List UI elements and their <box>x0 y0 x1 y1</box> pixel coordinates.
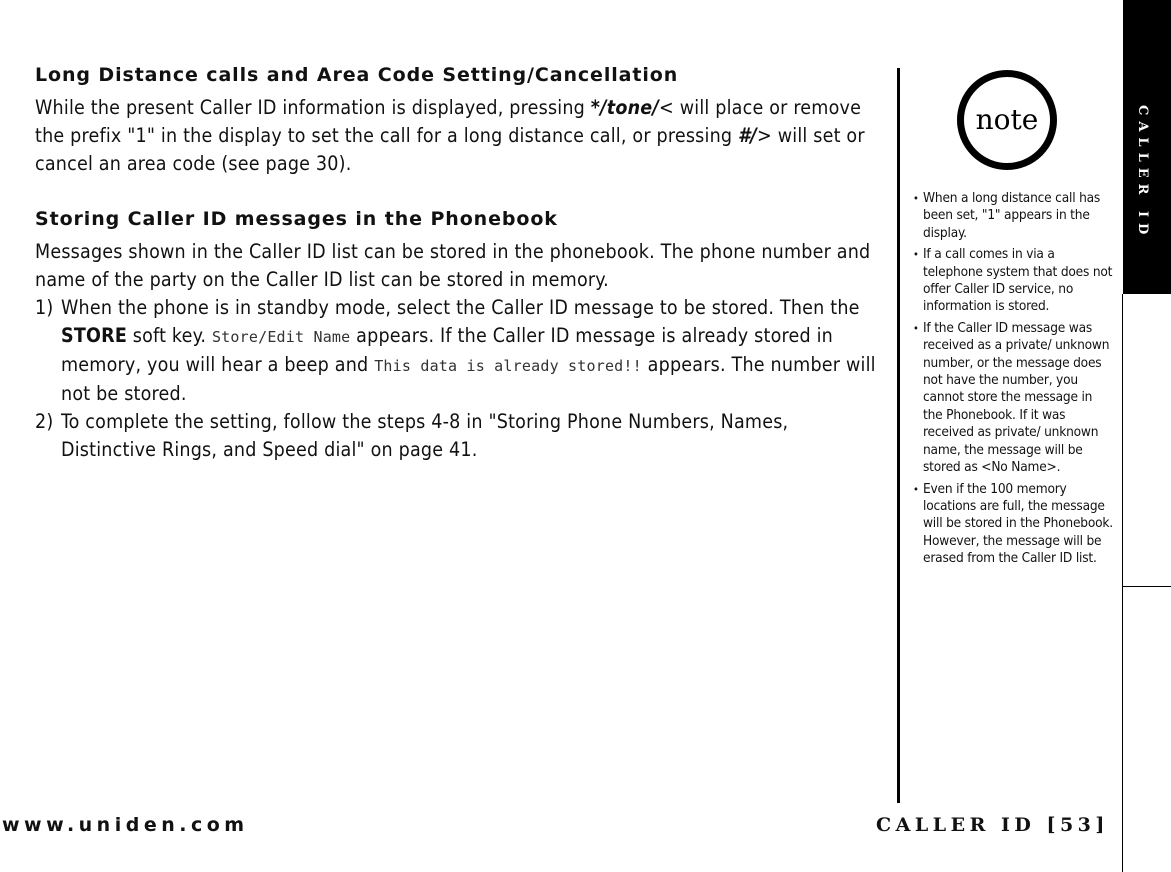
note-icon-label: note <box>975 102 1039 136</box>
note-item: • When a long distance call has been set… <box>913 190 1113 242</box>
note-text: When a long distance call has been set, … <box>923 190 1101 241</box>
note-item: • If the Caller ID message was received … <box>913 320 1113 477</box>
margin-tick <box>1123 586 1171 587</box>
tone-key-label: */tone/ <box>590 96 660 119</box>
bullet-icon: • <box>913 321 919 335</box>
section-paragraph: While the present Caller ID information … <box>35 94 885 178</box>
lcd-text: Store/Edit Name <box>211 328 351 346</box>
section-intro: Messages shown in the Caller ID list can… <box>35 240 871 291</box>
bullet-icon: • <box>913 482 919 496</box>
main-content: Long Distance calls and Area Code Settin… <box>35 62 885 464</box>
note-text: Even if the 100 memory locations are ful… <box>923 480 1113 567</box>
note-item: • If a call comes in via a telephone sys… <box>913 246 1113 316</box>
section-storing-caller-id: Storing Caller ID messages in the Phoneb… <box>35 206 885 464</box>
step-item: 2) To complete the setting, follow the s… <box>35 408 885 464</box>
column-divider <box>897 68 900 803</box>
pound-key-label: #/ <box>738 124 758 147</box>
bullet-icon: • <box>913 192 919 205</box>
step-number: 2) <box>35 410 54 433</box>
note-list: • When a long distance call has been set… <box>913 190 1113 572</box>
text-run: When the phone is in standby mode, selec… <box>61 296 860 319</box>
note-text: If a call comes in via a telephone syste… <box>923 246 1113 315</box>
margin-line <box>1122 294 1123 872</box>
footer-website: www.uniden.com <box>2 814 249 836</box>
step-text: To complete the setting, follow the step… <box>61 410 789 461</box>
note-item: • Even if the 100 memory locations are f… <box>913 481 1113 568</box>
text-run: While the present Caller ID information … <box>35 96 591 119</box>
lcd-text: This data is already stored!! <box>374 357 642 375</box>
step-text: When the phone is in standby mode, selec… <box>61 294 885 408</box>
chapter-tab: CALLER ID <box>1123 0 1171 294</box>
chapter-tab-label: CALLER ID <box>1135 105 1150 241</box>
footer-page-label: CALLER ID [53] <box>876 814 1109 836</box>
section-heading: Storing Caller ID messages in the Phoneb… <box>35 208 558 230</box>
step-number: 1) <box>35 296 54 319</box>
note-icon: note <box>957 70 1057 170</box>
step-item: 1) When the phone is in standby mode, se… <box>35 294 885 408</box>
store-key-label: STORE <box>61 324 128 347</box>
text-run: soft key. <box>127 324 212 347</box>
note-text: If the Caller ID message was received as… <box>923 319 1110 476</box>
bullet-icon: • <box>913 248 919 262</box>
section-heading: Long Distance calls and Area Code Settin… <box>35 64 679 86</box>
section-long-distance: Long Distance calls and Area Code Settin… <box>35 62 885 178</box>
